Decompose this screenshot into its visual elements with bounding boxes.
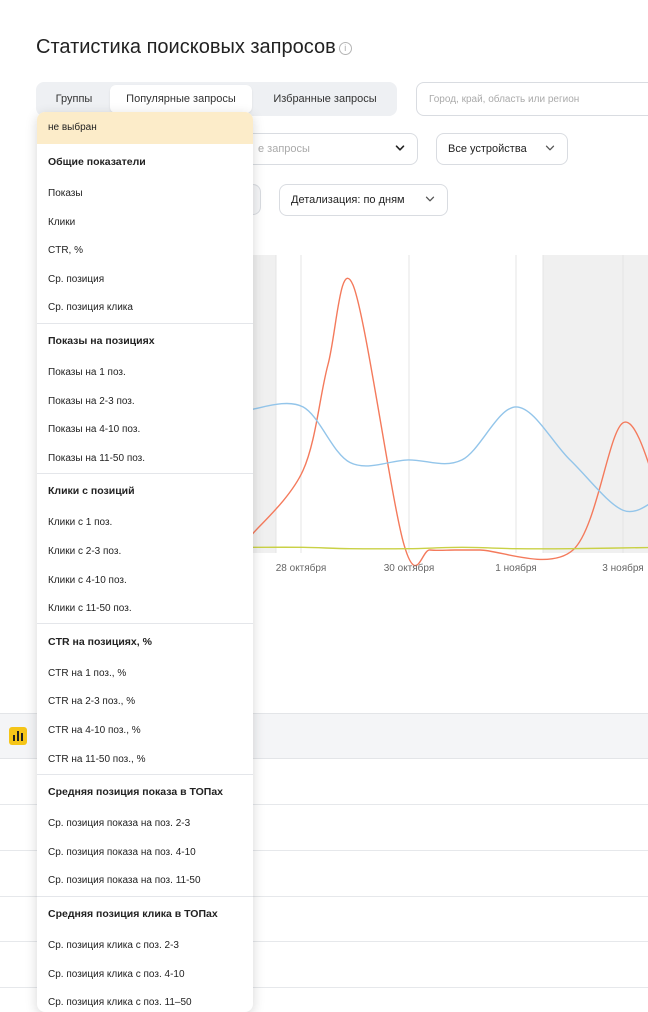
- chevron-down-icon: [395, 145, 405, 151]
- x-tick-label: 1 ноября: [495, 563, 537, 574]
- dropdown-item[interactable]: CTR на 4-10 поз., %: [37, 717, 253, 746]
- dropdown-item[interactable]: CTR, %: [37, 237, 253, 266]
- dropdown-item[interactable]: Показы на 2-3 поз.: [37, 388, 253, 417]
- chevron-down-icon: [425, 196, 435, 202]
- dropdown-item[interactable]: Клики с 2-3 поз.: [37, 538, 253, 567]
- devices-select[interactable]: Все устройства: [436, 133, 568, 165]
- info-circle-icon[interactable]: i: [338, 42, 352, 55]
- dropdown-item-selected[interactable]: не выбран: [37, 112, 253, 144]
- dropdown-group-title: Общие показатели: [48, 156, 146, 168]
- dropdown-item[interactable]: CTR на 1 поз., %: [37, 660, 253, 689]
- dropdown-item[interactable]: CTR на 11-50 поз., %: [37, 746, 253, 775]
- dropdown-item[interactable]: Клики с 11-50 поз.: [37, 595, 253, 624]
- dropdown-group-title: Клики с позиций: [48, 485, 135, 498]
- dropdown-item[interactable]: Показы на 4-10 поз.: [37, 416, 253, 445]
- bar-chart-icon[interactable]: [9, 727, 27, 745]
- weekend-band: [543, 255, 648, 553]
- dropdown-item[interactable]: CTR на 2-3 поз., %: [37, 688, 253, 717]
- dropdown-item[interactable]: Ср. позиция: [37, 266, 253, 295]
- dropdown-item[interactable]: Ср. позиция показа на поз. 2-3: [37, 810, 253, 839]
- tab-favorite-queries[interactable]: Избранные запросы: [256, 85, 394, 113]
- x-tick-label: 28 октября: [275, 563, 327, 574]
- queries-select-label: е запросы: [258, 143, 310, 155]
- tab-groups[interactable]: Группы: [39, 85, 109, 113]
- x-tick-label: 30 октября: [383, 563, 435, 574]
- weekend-band: [250, 255, 276, 553]
- detail-select[interactable]: Детализация: по дням: [279, 184, 448, 216]
- dropdown-item[interactable]: Ср. позиция клика: [37, 294, 253, 323]
- dropdown-item[interactable]: Ср. позиция клика с поз. 11–50: [37, 989, 253, 1012]
- dropdown-item[interactable]: Показы на 1 поз.: [37, 359, 253, 388]
- dropdown-item[interactable]: Ср. позиция показа на поз. 11-50: [37, 867, 253, 896]
- region-search-input[interactable]: [416, 82, 648, 116]
- devices-select-label: Все устройства: [448, 143, 527, 155]
- dropdown-item[interactable]: Ср. позиция клика с поз. 4-10: [37, 961, 253, 990]
- page-title: Статистика поисковых запросов i: [36, 36, 352, 59]
- dropdown-item[interactable]: Клики с 1 поз.: [37, 509, 253, 538]
- dropdown-item[interactable]: Клики с 4-10 поз.: [37, 567, 253, 596]
- x-tick-label: 3 ноября: [602, 563, 644, 574]
- page-title-text: Статистика поисковых запросов: [36, 36, 336, 58]
- dropdown-item[interactable]: Показы: [37, 180, 253, 209]
- dropdown-item[interactable]: Ср. позиция показа на поз. 4-10: [37, 839, 253, 868]
- detail-select-label: Детализация: по дням: [291, 194, 405, 206]
- metric-dropdown-menu: не выбран Общие показатели Показы Клики CTR…: [37, 112, 253, 1012]
- dropdown-group-title: CTR на позициях, %: [48, 635, 152, 648]
- dropdown-group-title: Средняя позиция клика в ТОПах: [48, 908, 218, 920]
- tab-popular-queries[interactable]: Популярные запросы: [110, 85, 252, 113]
- dropdown-group-title: Средняя позиция показа в ТОПах: [48, 786, 223, 799]
- dropdown-item[interactable]: Клики: [37, 209, 253, 238]
- dropdown-item[interactable]: Показы на 11-50 поз.: [37, 445, 253, 474]
- dropdown-group-title: Показы на позициях: [48, 335, 155, 347]
- tabs-bar: Группы Популярные запросы Избранные запр…: [36, 82, 397, 116]
- dropdown-item[interactable]: Ср. позиция клика с поз. 2-3: [37, 932, 253, 961]
- chevron-down-icon: [545, 145, 555, 151]
